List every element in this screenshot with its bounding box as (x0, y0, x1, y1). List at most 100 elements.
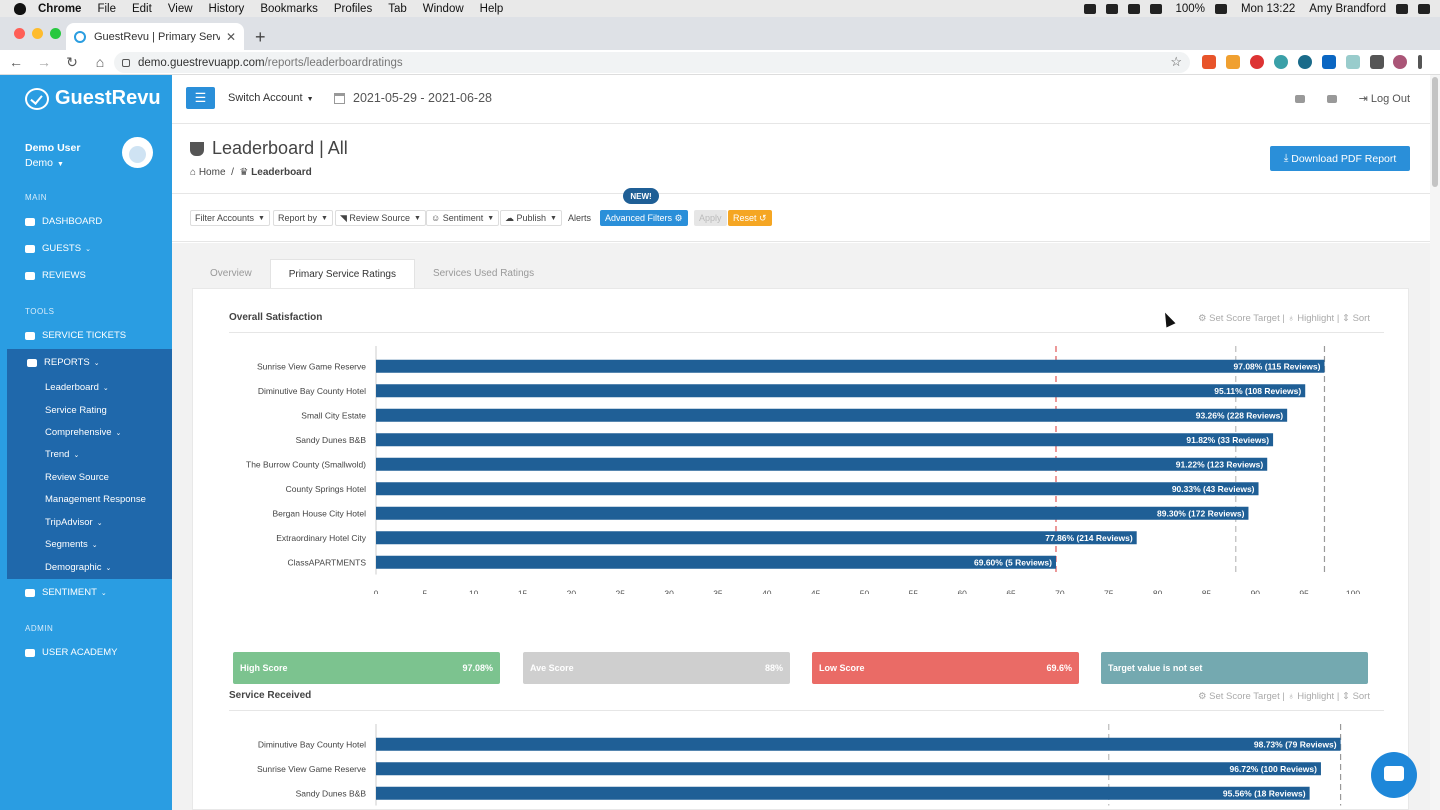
highlight-link[interactable]: ♁ Highlight (1287, 691, 1334, 702)
advanced-filters-button[interactable]: Advanced Filters ⚙ (600, 210, 688, 226)
sidebar-item-sentiment[interactable]: SENTIMENT ⌄ (25, 587, 107, 598)
envelope-icon[interactable] (1294, 94, 1305, 103)
forward-icon[interactable]: → (32, 54, 56, 70)
subitem-label: Service Rating (45, 405, 107, 416)
sentiment-button[interactable]: ☺ Sentiment ▼ (426, 210, 500, 226)
minimize-window-button[interactable] (32, 28, 43, 39)
subitem-management-response[interactable]: Management Response (45, 494, 146, 505)
menu-toggle-button[interactable]: ☰ (186, 87, 215, 109)
page-scrollbar[interactable] (1430, 75, 1440, 810)
subitem-tripadvisor[interactable]: TripAdvisor ⌄ (45, 517, 103, 528)
sidebar-item-reports[interactable]: REPORTS ⌄ (27, 357, 100, 368)
user-info[interactable]: Demo User Demo ▼ (25, 142, 80, 169)
download-pdf-button[interactable]: ⤓ Download PDF Report (1270, 146, 1410, 171)
tab-primary-service-ratings[interactable]: Primary Service Ratings (269, 259, 415, 288)
sidebar-item-reviews[interactable]: REVIEWS (25, 270, 86, 281)
bar (376, 506, 1249, 520)
control-center-icon[interactable] (1418, 3, 1430, 14)
publish-button[interactable]: ☁ Publish ▼ (500, 210, 562, 226)
chat-button[interactable] (1371, 752, 1417, 798)
status-icon-2[interactable] (1105, 3, 1118, 14)
extension-icon-3[interactable] (1250, 55, 1264, 69)
x-tick-label: 40 (762, 589, 772, 595)
menu-profiles[interactable]: Profiles (334, 3, 372, 15)
menu-bookmarks[interactable]: Bookmarks (260, 3, 318, 15)
sidebar-item-dashboard[interactable]: DASHBOARD (25, 216, 102, 227)
status-icon-1[interactable] (1083, 3, 1096, 14)
subitem-demographic[interactable]: Demographic ⌄ (45, 562, 111, 573)
address-bar[interactable]: demo.guestrevuapp.com/reports/leaderboar… (114, 52, 1190, 73)
home-icon[interactable]: ⌂ (88, 54, 112, 70)
clock[interactable]: Mon 13:22 (1241, 3, 1295, 15)
hamburger-icon: ☰ (194, 90, 207, 105)
menu-file[interactable]: File (97, 3, 116, 15)
sidebar-item-service-tickets[interactable]: SERVICE TICKETS (25, 330, 126, 341)
sort-link[interactable]: ⇕ Sort (1342, 691, 1370, 702)
subitem-leaderboard[interactable]: Leaderboard ⌄ (45, 382, 109, 393)
reset-button[interactable]: Reset ↺ (728, 210, 772, 226)
search-icon[interactable] (1396, 3, 1408, 14)
guestrevu-logo[interactable]: GuestRevu (25, 87, 161, 110)
profile-avatar-icon[interactable] (1393, 55, 1407, 69)
account-switcher[interactable]: Demo ▼ (25, 157, 80, 169)
battery-icon[interactable] (1214, 3, 1227, 14)
filter-accounts-button[interactable]: Filter Accounts ▼ (190, 210, 270, 226)
sidebar-item-guests[interactable]: GUESTS ⌄ (25, 243, 91, 254)
lock-icon[interactable] (122, 58, 130, 67)
bell-icon[interactable] (1326, 94, 1337, 103)
avatar[interactable] (122, 137, 153, 168)
apple-icon[interactable] (14, 2, 26, 15)
highlight-link[interactable]: ♁ Highlight (1287, 313, 1334, 324)
tab-services-used-ratings[interactable]: Services Used Ratings (415, 259, 552, 288)
back-icon[interactable]: ← (4, 54, 28, 70)
menu-tab[interactable]: Tab (388, 3, 407, 15)
set-score-target-link[interactable]: ⚙ Set Score Target (1198, 313, 1280, 324)
browser-tab[interactable]: GuestRevu | Primary Service R ✕ (66, 23, 244, 50)
menu-history[interactable]: History (209, 3, 245, 15)
mac-user[interactable]: Amy Brandford (1309, 3, 1386, 15)
sidebar-item-label: GUESTS (42, 243, 82, 254)
chrome-menu-icon[interactable] (1418, 55, 1422, 69)
linkedin-extension-icon[interactable] (1322, 55, 1336, 69)
menu-edit[interactable]: Edit (132, 3, 152, 15)
report-by-button[interactable]: Report by ▼ (273, 210, 333, 226)
trophy-icon (190, 141, 204, 156)
status-icon-3[interactable] (1127, 3, 1140, 14)
wifi-icon[interactable] (1149, 3, 1162, 14)
date-range-picker[interactable]: 2021-05-29 - 2021-06-28 (334, 91, 492, 105)
menu-app[interactable]: Chrome (38, 3, 81, 15)
gear-icon: ⚙ (1197, 691, 1210, 702)
extension-icon-2[interactable] (1226, 55, 1240, 69)
logout-link[interactable]: ⇥ Log Out (1359, 92, 1410, 105)
extension-icon-7[interactable] (1346, 55, 1360, 69)
reports-submenu: REPORTS ⌄ Leaderboard ⌄ Service Rating Com… (7, 349, 172, 579)
subitem-review-source[interactable]: Review Source (45, 472, 109, 483)
menu-help[interactable]: Help (480, 3, 504, 15)
subitem-segments[interactable]: Segments ⌄ (45, 539, 98, 550)
switch-account-dropdown[interactable]: Switch Account ▼ (228, 92, 314, 104)
apply-button[interactable]: Apply (694, 210, 727, 226)
subitem-comprehensive[interactable]: Comprehensive ⌄ (45, 427, 121, 438)
review-source-button[interactable]: ◥ Review Source ▼ (335, 210, 426, 226)
caret-down-icon: ▼ (57, 161, 64, 168)
set-score-target-link[interactable]: ⚙ Set Score Target (1198, 691, 1280, 702)
close-tab-icon[interactable]: ✕ (226, 30, 236, 44)
breadcrumb-home[interactable]: Home (199, 167, 226, 178)
extension-icon-1[interactable] (1202, 55, 1216, 69)
reload-icon[interactable]: ↻ (60, 54, 84, 71)
new-tab-icon[interactable]: + (255, 27, 266, 48)
close-window-button[interactable] (14, 28, 25, 39)
menu-window[interactable]: Window (423, 3, 464, 15)
extension-icon-4[interactable] (1274, 55, 1288, 69)
zoom-window-button[interactable] (50, 28, 61, 39)
menu-view[interactable]: View (168, 3, 193, 15)
tab-overview[interactable]: Overview (192, 259, 270, 288)
sidebar-item-user-academy[interactable]: USER ACADEMY (25, 647, 118, 658)
alerts-button[interactable]: Alerts (564, 210, 596, 226)
subitem-trend[interactable]: Trend ⌄ (45, 449, 79, 460)
sort-link[interactable]: ⇕ Sort (1342, 313, 1370, 324)
bookmark-star-icon[interactable]: ☆ (1170, 54, 1182, 70)
subitem-service-rating[interactable]: Service Rating (45, 405, 107, 416)
extensions-puzzle-icon[interactable] (1370, 55, 1384, 69)
extension-icon-5[interactable] (1298, 55, 1312, 69)
